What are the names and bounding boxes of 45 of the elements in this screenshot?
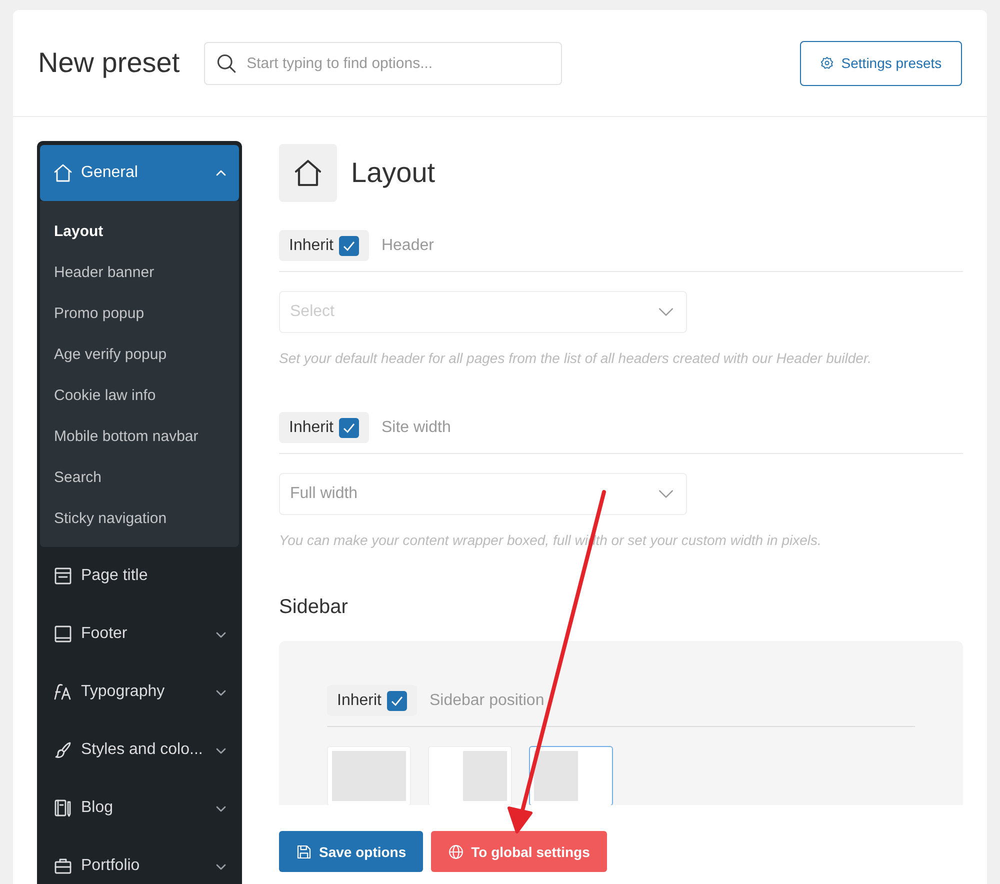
submenu-item[interactable]: Layout (40, 211, 239, 252)
footer-icon (53, 624, 73, 644)
sidebar-item[interactable]: Blog (40, 779, 239, 837)
sidebar-item[interactable]: Footer (40, 605, 239, 663)
save-button[interactable]: Save options (279, 831, 424, 872)
submenu-item[interactable]: Search (40, 457, 239, 498)
settings-icon (820, 56, 834, 70)
sidebar-item[interactable]: Styles and colo... (40, 721, 239, 779)
chevron-down-icon (658, 307, 674, 317)
sidebar-item[interactable]: Page title (40, 547, 239, 605)
settings-presets-button[interactable]: Settings presets (800, 40, 962, 86)
brush-icon (53, 740, 73, 760)
option-label: Header (381, 236, 434, 254)
checkbox[interactable] (387, 690, 408, 710)
section-title: Layout (351, 157, 436, 189)
book-icon (53, 798, 73, 818)
search-field[interactable]: Start typing to find options... (204, 42, 562, 84)
home-icon (293, 158, 323, 188)
option-label: Sidebar position (429, 692, 544, 710)
submenu-item[interactable]: Cookie law info (40, 375, 239, 416)
section-heading: Sidebar (279, 596, 349, 619)
inherit-toggle[interactable]: Inherit (279, 412, 370, 443)
checkbox[interactable] (339, 236, 360, 256)
inherit-toggle[interactable]: Inherit (327, 685, 418, 716)
home-icon (53, 163, 73, 183)
sidebar-item[interactable]: Portfolio (40, 837, 239, 884)
chevron-down-icon (658, 489, 674, 499)
page-title: New preset (38, 47, 180, 79)
search-icon (216, 52, 236, 72)
submenu-item[interactable]: Promo popup (40, 293, 239, 334)
briefcase-icon (53, 856, 73, 876)
globe-icon (448, 844, 464, 860)
help-text: Set your default header for all pages from the list of all headers created with our Header builder. (279, 350, 872, 366)
sidebar-item[interactable]: General (40, 145, 239, 201)
submenu-item[interactable]: Header banner (40, 252, 239, 293)
submenu-item[interactable]: Age verify popup (40, 334, 239, 375)
submenu-item[interactable]: Sticky navigation (40, 498, 239, 539)
layout-option[interactable] (529, 746, 613, 805)
submenu-item[interactable]: Mobile bottom navbar (40, 416, 239, 457)
option-label: Site width (381, 418, 451, 436)
typography-icon (53, 682, 73, 702)
sidebar-item[interactable]: Typography (40, 663, 239, 721)
page-icon (53, 566, 73, 586)
checkbox[interactable] (339, 418, 360, 438)
inherit-toggle[interactable]: Inherit (279, 230, 370, 261)
